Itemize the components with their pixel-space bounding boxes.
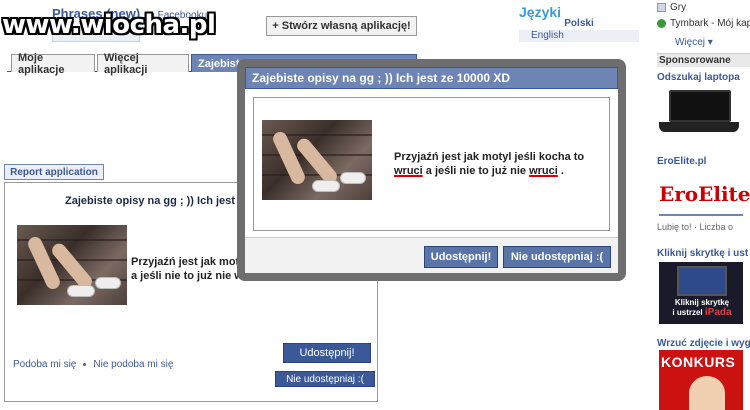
right-sidebar: Gry Tymbark - Mój kap Więcej ▾ Sponsorow…	[653, 0, 750, 410]
content-image	[17, 225, 127, 305]
ipad-ad-text-line1: Kliknij skrytkę	[674, 298, 730, 307]
tab-my-apps[interactable]: Moje aplikacje	[11, 52, 95, 76]
sidebar-item-games[interactable]: Gry	[657, 2, 686, 13]
language-polski[interactable]: Polski	[519, 18, 639, 30]
dialog-no-share-button[interactable]: Nie udostępniaj :(	[503, 246, 611, 268]
laptop-image[interactable]	[659, 88, 739, 138]
dialog-footer: Udostępnij! Nie udostępniaj :(	[245, 237, 618, 273]
dialog-inner: Zajebiste opisy na gg ; )) Ich jest ze 1…	[245, 67, 618, 273]
ad-like-text[interactable]: Lubię to! · Liczba o	[657, 222, 733, 232]
dialog-image	[262, 120, 372, 200]
ad-title-laptop[interactable]: Odszukaj laptopa	[657, 72, 740, 83]
sidebar-item-tymbark[interactable]: Tymbark - Mój kap	[657, 18, 750, 29]
content-share-button[interactable]: Udostępnij!	[283, 343, 371, 363]
games-icon	[657, 3, 666, 12]
tymbark-icon	[657, 19, 666, 28]
report-application-button[interactable]: Report application	[4, 164, 104, 180]
eroelite-logo[interactable]: EroElite.pl	[659, 172, 750, 216]
like-row: Podoba mi się Nie podoba mi się	[13, 359, 173, 370]
ad-title-eroelite[interactable]: EroElite.pl	[657, 156, 706, 167]
share-dialog: Zajebiste opisy na gg ; )) Ich jest ze 1…	[237, 59, 626, 281]
dialog-body: Przyjaźń jest jak motyl jeśli kocha to wr…	[253, 97, 610, 231]
dislike-link[interactable]: Nie podoba mi się	[93, 359, 173, 370]
ad-title-ipad[interactable]: Kliknij skrytkę i ust	[657, 248, 748, 259]
ipad-ad-text-line2: i ustrzel	[672, 308, 703, 317]
dialog-text: Przyjaźń jest jak motyl jeśli kocha to wr…	[394, 150, 604, 178]
like-link[interactable]: Podoba mi się	[13, 359, 76, 370]
ipad-ad-text-line3: iPada	[704, 307, 732, 318]
ipad-ad-image[interactable]: Kliknij skrytkę i ustrzel iPada	[659, 262, 743, 324]
dialog-share-button[interactable]: Udostępnij!	[424, 246, 498, 268]
dialog-text-word1: wruci	[394, 165, 423, 177]
dialog-title: Zajebiste opisy na gg ; )) Ich jest ze 1…	[245, 67, 618, 89]
ad-title-konkurs[interactable]: Wrzuć zdjęcie i wyg	[657, 338, 750, 349]
sponsored-header: Sponsorowane	[657, 53, 750, 67]
konkurs-ad-image[interactable]: KONKURS	[659, 350, 743, 410]
chevron-down-icon: ▾	[707, 37, 713, 48]
dialog-text-part2: a jeśli nie to już nie	[422, 165, 530, 177]
dialog-text-part1: Przyjaźń jest jak motyl jeśli kocha to	[394, 151, 585, 163]
dialog-text-word2: wruci	[529, 165, 558, 177]
separator-dot	[83, 363, 87, 366]
sidebar-item-label: Tymbark - Mój kap	[670, 18, 750, 29]
site-watermark: www.wiocha.pl	[2, 10, 216, 40]
more-link[interactable]: Więcej ▾	[675, 37, 713, 48]
tab-more-apps[interactable]: Więcej aplikacji	[97, 52, 189, 76]
create-app-button[interactable]: + Stwórz własną aplikację!	[266, 16, 417, 36]
content-no-share-button[interactable]: Nie udostępniaj :(	[275, 371, 375, 387]
language-english[interactable]: English	[519, 30, 639, 42]
more-link-label: Więcej	[675, 37, 706, 48]
dialog-text-part3: .	[557, 165, 564, 177]
konkurs-label: KONKURS	[661, 354, 736, 370]
sidebar-item-label: Gry	[670, 2, 687, 13]
